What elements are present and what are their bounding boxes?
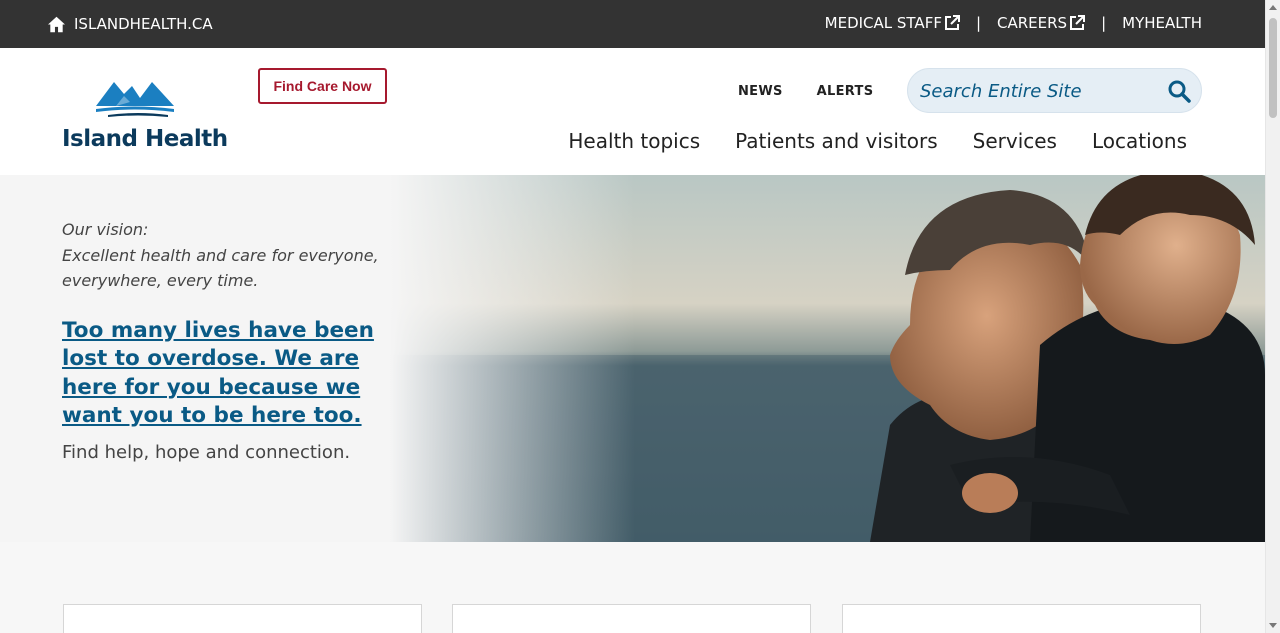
utility-links: MEDICAL STAFF | CAREERS | MYHEALTH bbox=[825, 14, 1202, 32]
nav-locations[interactable]: Locations bbox=[1092, 129, 1187, 153]
site-search bbox=[907, 68, 1202, 113]
overdose-campaign-link[interactable]: Too many lives have been lost to overdos… bbox=[62, 317, 402, 431]
vision-label: Our vision: bbox=[62, 220, 149, 239]
main-nav: Health topics Patients and visitors Serv… bbox=[568, 129, 1187, 153]
medical-staff-link[interactable]: MEDICAL STAFF bbox=[825, 14, 960, 32]
feature-card[interactable] bbox=[842, 604, 1201, 633]
external-link-icon bbox=[944, 15, 960, 30]
secondary-nav: NEWS ALERTS bbox=[738, 84, 873, 99]
search-icon[interactable] bbox=[1167, 79, 1191, 103]
hero-banner: Our vision: Excellent health and care fo… bbox=[0, 175, 1265, 542]
island-health-logo[interactable]: Island Health bbox=[62, 76, 228, 156]
nav-patients-and-visitors[interactable]: Patients and visitors bbox=[735, 129, 938, 153]
logo-text: Island Health bbox=[62, 126, 228, 152]
scroll-up-arrow-icon[interactable] bbox=[1269, 5, 1277, 10]
alerts-link[interactable]: ALERTS bbox=[817, 84, 874, 99]
mountain-logo-icon bbox=[96, 82, 174, 117]
medical-staff-label: MEDICAL STAFF bbox=[824, 14, 942, 32]
home-link[interactable]: ISLANDHEALTH.CA bbox=[47, 14, 213, 34]
news-link[interactable]: NEWS bbox=[738, 84, 783, 99]
myhealth-label: MYHEALTH bbox=[1122, 14, 1202, 32]
feature-card[interactable] bbox=[63, 604, 422, 633]
home-link-label: ISLANDHEALTH.CA bbox=[74, 15, 213, 33]
utility-bar: ISLANDHEALTH.CA MEDICAL STAFF | CAREERS … bbox=[0, 0, 1265, 48]
feature-card[interactable] bbox=[452, 604, 811, 633]
search-input[interactable] bbox=[920, 75, 1160, 107]
scroll-down-arrow-icon[interactable] bbox=[1269, 623, 1277, 628]
careers-link[interactable]: CAREERS bbox=[997, 14, 1086, 32]
find-care-now-button[interactable]: Find Care Now bbox=[258, 68, 387, 104]
myhealth-link[interactable]: MYHEALTH bbox=[1122, 14, 1202, 32]
hero-text-block: Our vision: Excellent health and care fo… bbox=[62, 217, 402, 463]
scrollbar-thumb[interactable] bbox=[1269, 18, 1277, 118]
careers-label: CAREERS bbox=[997, 14, 1068, 32]
hero-photo-father-and-son bbox=[390, 175, 1265, 542]
vision-statement: Excellent health and care for everyone, … bbox=[62, 245, 379, 291]
hero-subline: Find help, hope and connection. bbox=[62, 441, 351, 463]
site-header: Island Health Find Care Now NEWS ALERTS … bbox=[0, 48, 1265, 175]
home-icon bbox=[48, 16, 65, 32]
nav-health-topics[interactable]: Health topics bbox=[568, 129, 700, 153]
separator: | bbox=[975, 14, 982, 32]
page-scrollbar[interactable] bbox=[1265, 0, 1280, 633]
external-link-icon bbox=[1070, 15, 1086, 30]
separator: | bbox=[1101, 14, 1107, 32]
nav-services[interactable]: Services bbox=[973, 129, 1057, 153]
